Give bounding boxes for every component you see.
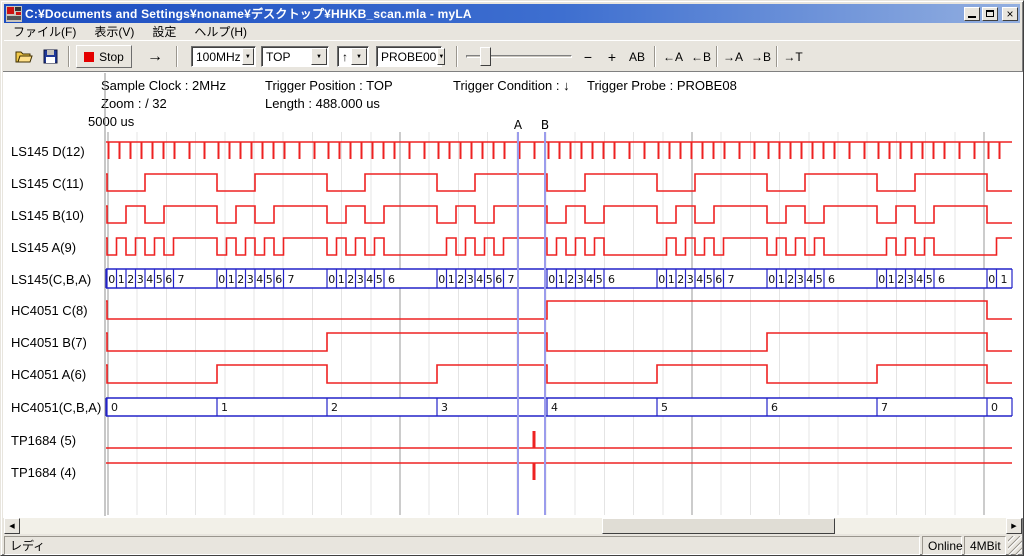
combo-dropdown-icon[interactable]: ▼ xyxy=(242,48,254,65)
combo-dropdown-icon[interactable]: ▼ xyxy=(311,48,327,65)
set-cursor-b-button[interactable]: →B xyxy=(748,45,774,68)
trigger-probe-combo[interactable]: PROBE00 ▼ xyxy=(376,46,442,67)
menu-file[interactable]: ファイル(F) xyxy=(4,22,85,41)
trigger-probe-info: Trigger Probe : PROBE08 xyxy=(587,78,737,93)
toolbar-separator xyxy=(456,46,458,67)
title-bar[interactable]: C:¥Documents and Settings¥noname¥デスクトップ¥… xyxy=(4,4,1020,23)
length-info: Length : 488.000 us xyxy=(265,96,380,111)
zoom-slider-thumb[interactable] xyxy=(480,47,491,66)
stop-label: Stop xyxy=(99,50,124,64)
scroll-left-button[interactable]: ◀ xyxy=(4,518,20,534)
channel-label: LS145(C,B,A) xyxy=(11,272,91,287)
goto-cursor-b-button[interactable]: ←B xyxy=(688,45,714,68)
horizontal-scrollbar[interactable]: ◀ ▶ xyxy=(4,518,1022,534)
sample-clock-combo[interactable]: 100MHz ▼ xyxy=(191,46,256,67)
minimize-button[interactable] xyxy=(964,7,980,21)
close-button[interactable]: × xyxy=(1002,7,1018,21)
run-button[interactable]: → xyxy=(142,45,168,68)
trigger-edge-value: ↑ xyxy=(338,50,350,64)
channel-label: LS145 C(11) xyxy=(11,176,84,191)
maximize-icon xyxy=(986,10,994,17)
scroll-left-icon: ◀ xyxy=(9,522,14,530)
open-folder-icon xyxy=(15,49,33,64)
channel-label: HC4051 A(6) xyxy=(11,367,86,382)
set-cursor-a-button[interactable]: →A xyxy=(720,45,746,68)
sample-clock-info: Sample Clock : 2MHz xyxy=(101,78,226,93)
channel-label: LS145 B(10) xyxy=(11,208,84,223)
resize-grip[interactable] xyxy=(1008,536,1022,555)
channel-label: HC4051 C(8) xyxy=(11,303,88,318)
open-file-button[interactable] xyxy=(12,45,36,68)
status-memory: 4MBit xyxy=(964,536,1006,555)
status-online: Online xyxy=(922,536,962,555)
scroll-right-icon: ▶ xyxy=(1011,522,1016,530)
toolbar-separator xyxy=(776,46,778,67)
stop-icon xyxy=(84,52,94,62)
channel-label: TP1684 (4) xyxy=(11,465,76,480)
trigger-condition-info: Trigger Condition : ↓ xyxy=(453,78,570,93)
toolbar: Stop → 100MHz ▼ TOP ▼ ↑ ▼ PROBE00 ▼ − + … xyxy=(4,40,1020,71)
floppy-disk-icon xyxy=(43,49,58,64)
app-window: C:¥Documents and Settings¥noname¥デスクトップ¥… xyxy=(0,0,1024,556)
zoom-in-button[interactable]: + xyxy=(602,45,622,68)
goto-cursor-a-button[interactable]: ←A xyxy=(660,45,686,68)
window-title: C:¥Documents and Settings¥noname¥デスクトップ¥… xyxy=(25,5,962,22)
menu-bar: ファイル(F) 表示(V) 設定 ヘルプ(H) xyxy=(4,23,1020,40)
close-icon: × xyxy=(1006,8,1013,20)
menu-settings[interactable]: 設定 xyxy=(143,22,185,41)
zoom-info: Zoom : / 32 xyxy=(101,96,167,111)
run-arrow-icon: → xyxy=(147,48,163,66)
trigger-edge-combo[interactable]: ↑ ▼ xyxy=(337,46,369,67)
status-ready: レディ xyxy=(4,536,920,555)
toolbar-separator xyxy=(68,46,70,67)
channel-label: LS145 A(9) xyxy=(11,240,76,255)
channel-label: HC4051 B(7) xyxy=(11,335,87,350)
trigger-probe-value: PROBE00 xyxy=(377,50,436,64)
goto-trigger-button[interactable]: →T xyxy=(780,45,806,68)
toolbar-separator xyxy=(716,46,718,67)
toolbar-separator xyxy=(654,46,656,67)
maximize-button[interactable] xyxy=(982,7,998,21)
channel-label: LS145 D(12) xyxy=(11,144,85,159)
app-icon xyxy=(6,6,22,22)
minimize-icon xyxy=(968,16,976,18)
channel-label: HC4051(C,B,A) xyxy=(11,400,101,415)
zoom-out-button[interactable]: − xyxy=(578,45,598,68)
combo-dropdown-icon[interactable]: ▼ xyxy=(437,48,445,65)
trigger-position-combo[interactable]: TOP ▼ xyxy=(261,46,329,67)
zoom-ab-button[interactable]: AB xyxy=(624,45,650,68)
menu-view[interactable]: 表示(V) xyxy=(85,22,143,41)
save-button[interactable] xyxy=(38,45,62,68)
trigger-position-info: Trigger Position : TOP xyxy=(265,78,393,93)
toolbar-separator xyxy=(176,46,178,67)
time-scale-label: 5000 us xyxy=(88,114,134,129)
status-bar: レディ Online 4MBit xyxy=(4,536,1022,555)
stop-button[interactable]: Stop xyxy=(76,45,132,68)
combo-dropdown-icon[interactable]: ▼ xyxy=(351,48,367,65)
channel-label: TP1684 (5) xyxy=(11,433,76,448)
menu-help[interactable]: ヘルプ(H) xyxy=(185,22,256,41)
trigger-position-value: TOP xyxy=(262,50,310,64)
waveform-client-area[interactable]: Sample Clock : 2MHz Trigger Position : T… xyxy=(3,71,1023,518)
scrollbar-thumb[interactable] xyxy=(602,518,835,534)
scroll-right-button[interactable]: ▶ xyxy=(1006,518,1022,534)
sample-clock-value: 100MHz xyxy=(192,50,241,64)
